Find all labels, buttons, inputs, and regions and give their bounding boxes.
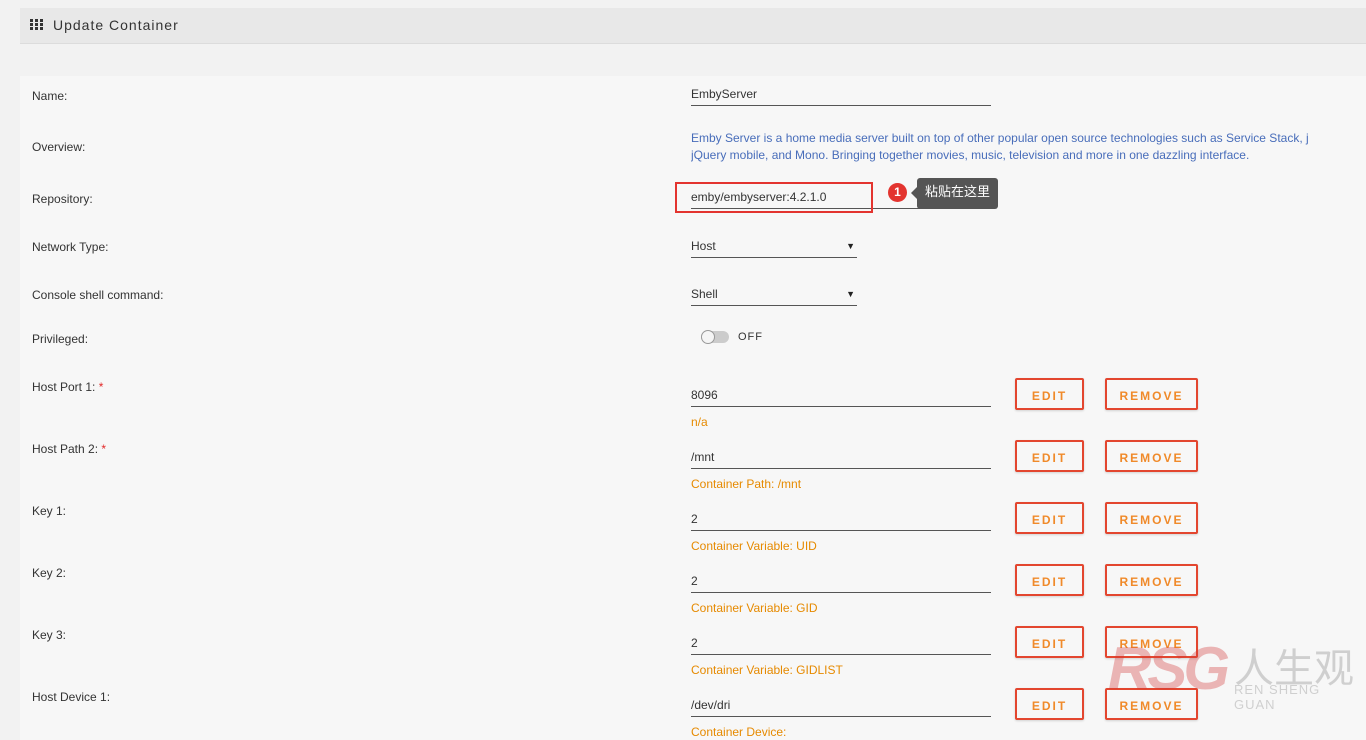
key-3-label: Key 3:: [32, 628, 67, 642]
host-port-1-edit-button[interactable]: EDIT: [1015, 378, 1084, 410]
host-path-2-label: Host Path 2: *: [32, 442, 107, 456]
apps-grid-icon: [30, 19, 43, 30]
page-header: Update Container: [20, 8, 1366, 44]
host-path-2-edit-button[interactable]: EDIT: [1015, 440, 1084, 472]
key-1-edit-button[interactable]: EDIT: [1015, 502, 1084, 534]
overview-label: Overview:: [32, 140, 86, 154]
toggle-knob: [701, 330, 715, 344]
repository-label: Repository:: [32, 192, 93, 206]
host-device-1-label: Host Device 1:: [32, 690, 111, 704]
host-path-2-hint: Container Path: /mnt: [691, 477, 802, 491]
page-title: Update Container: [53, 17, 179, 33]
console-shell-select[interactable]: Shell ▼: [691, 286, 857, 306]
key-1-input[interactable]: 2: [691, 511, 991, 531]
overview-line-1: Emby Server is a home media server built…: [691, 131, 1309, 145]
dropdown-arrow-icon: ▼: [846, 241, 855, 251]
host-path-2-remove-button[interactable]: REMOVE: [1105, 440, 1198, 472]
required-marker: *: [101, 442, 107, 456]
name-input[interactable]: EmbyServer: [691, 86, 991, 106]
host-port-1-input[interactable]: 8096: [691, 387, 991, 407]
key-2-hint: Container Variable: GID: [691, 601, 818, 615]
host-device-1-input[interactable]: /dev/dri: [691, 697, 991, 717]
dropdown-arrow-icon: ▼: [846, 289, 855, 299]
key-2-edit-button[interactable]: EDIT: [1015, 564, 1084, 596]
key-1-remove-button[interactable]: REMOVE: [1105, 502, 1198, 534]
host-port-1-remove-button[interactable]: REMOVE: [1105, 378, 1198, 410]
key-1-hint: Container Variable: UID: [691, 539, 817, 553]
host-port-1-hint: n/a: [691, 415, 708, 429]
console-shell-value: Shell: [691, 287, 718, 301]
overview-line-2: jQuery mobile, and Mono. Bringing togeth…: [691, 148, 1250, 162]
network-type-label: Network Type:: [32, 240, 109, 254]
network-type-select[interactable]: Host ▼: [691, 238, 857, 258]
key-3-hint: Container Variable: GIDLIST: [691, 663, 843, 677]
name-label: Name:: [32, 89, 68, 103]
watermark-en-text: REN SHENG GUAN: [1234, 682, 1321, 712]
host-port-1-label: Host Port 1: *: [32, 380, 104, 394]
privileged-state: OFF: [738, 331, 763, 343]
privileged-label: Privileged:: [32, 332, 89, 346]
key-2-input[interactable]: 2: [691, 573, 991, 593]
host-path-2-input[interactable]: /mnt: [691, 449, 991, 469]
key-3-input[interactable]: 2: [691, 635, 991, 655]
host-device-1-hint: Container Device:: [691, 725, 787, 739]
key-3-edit-button[interactable]: EDIT: [1015, 626, 1084, 658]
annotation-tooltip: 粘贴在这里: [910, 178, 999, 209]
annotation-step-badge: 1: [888, 183, 907, 202]
required-marker: *: [98, 380, 104, 394]
key-2-remove-button[interactable]: REMOVE: [1105, 564, 1198, 596]
key-1-label: Key 1:: [32, 504, 67, 518]
host-device-1-edit-button[interactable]: EDIT: [1015, 688, 1084, 720]
watermark-logo: RSG: [1108, 635, 1230, 702]
privileged-toggle[interactable]: [701, 330, 729, 344]
key-2-label: Key 2:: [32, 566, 67, 580]
console-shell-label: Console shell command:: [32, 288, 164, 302]
annotation-highlight-box: [675, 182, 873, 213]
network-type-value: Host: [691, 239, 716, 253]
overview-text: Emby Server is a home media server built…: [691, 130, 1366, 164]
watermark: RSG 人生观 REN SHENG GUAN: [1108, 632, 1366, 712]
